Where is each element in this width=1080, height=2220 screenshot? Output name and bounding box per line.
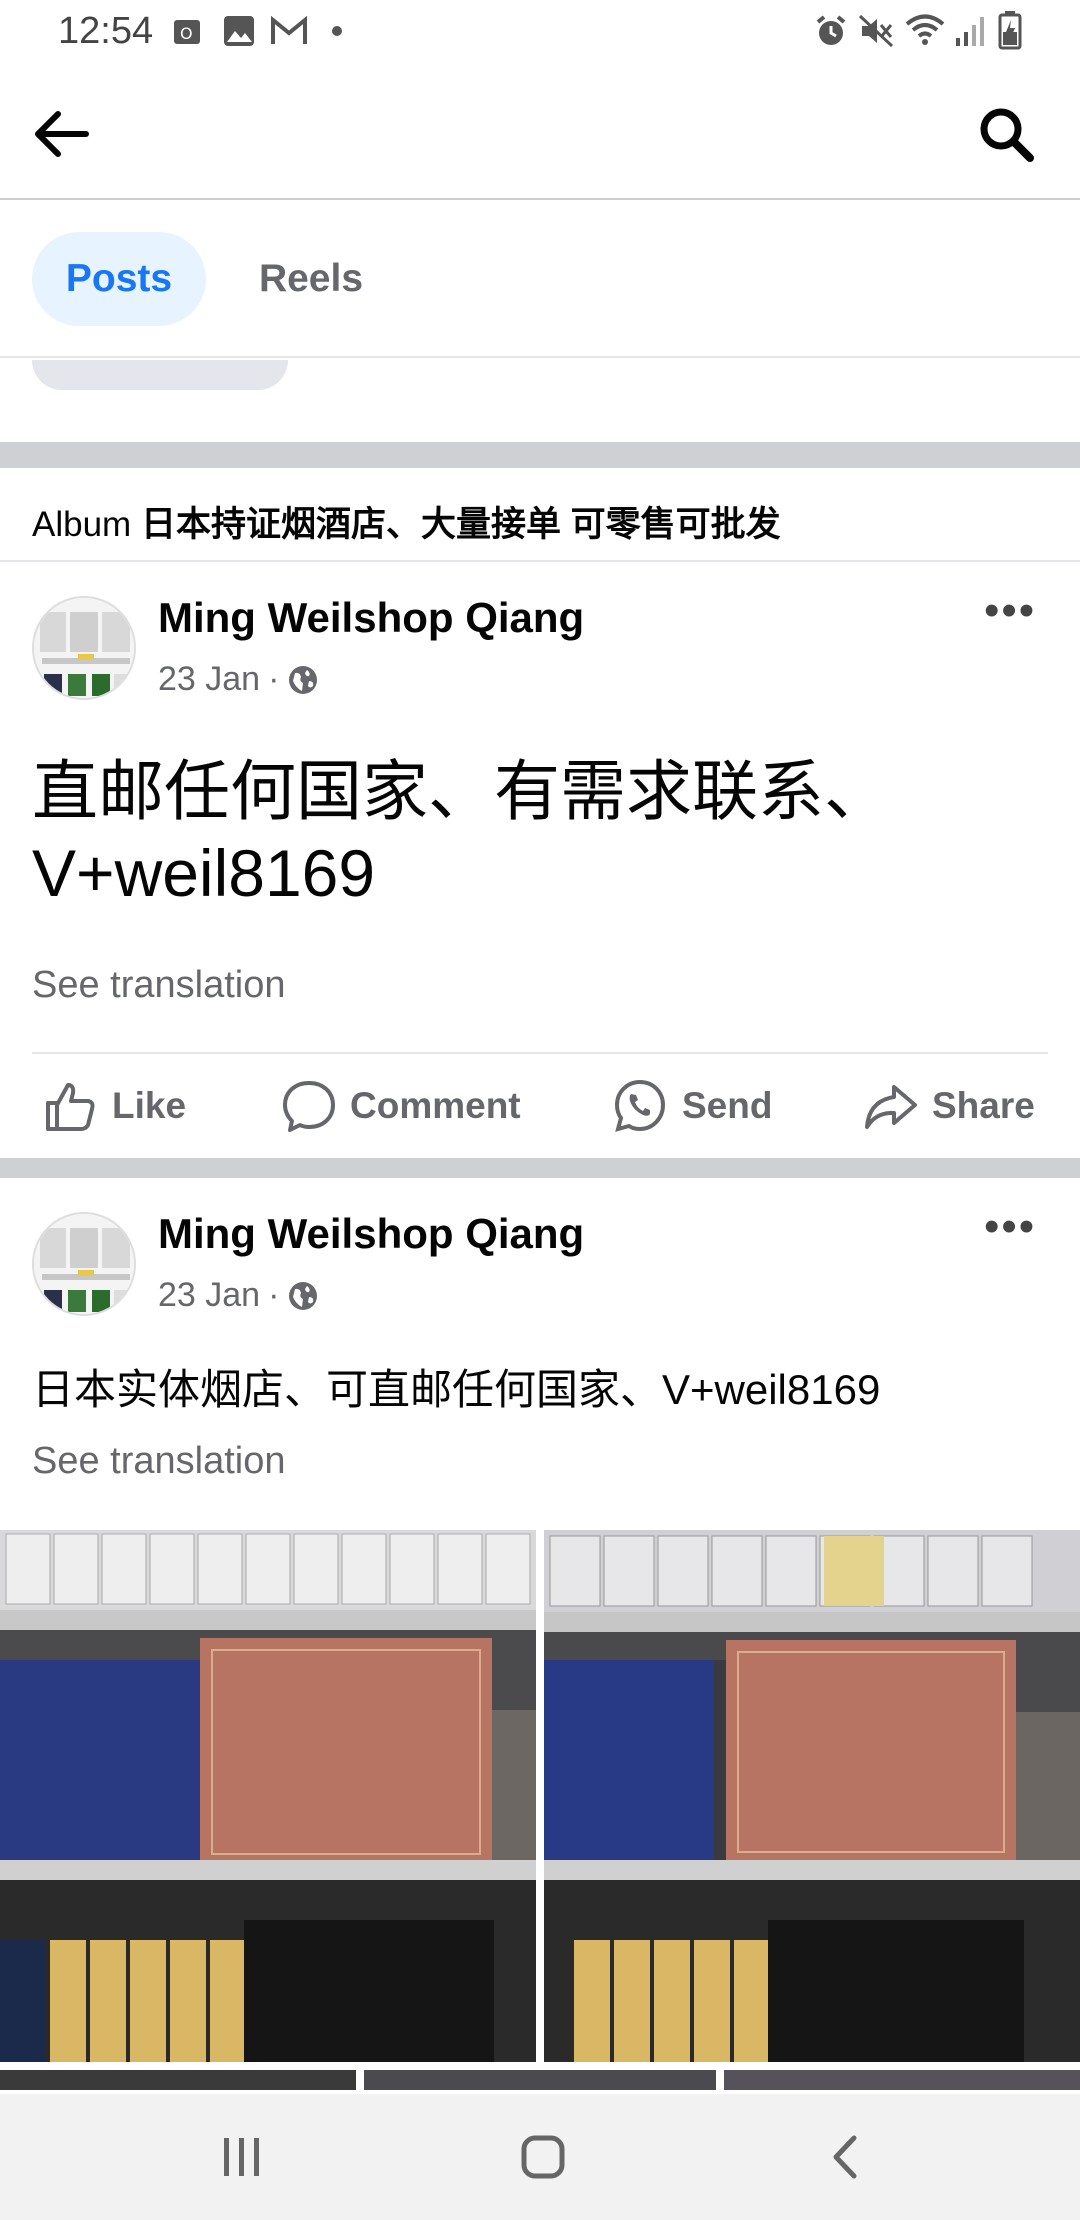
signal-icon xyxy=(956,17,984,46)
globe-icon xyxy=(289,665,318,694)
see-translation-link[interactable]: See translation xyxy=(32,964,286,1007)
album-prefix: Album xyxy=(32,505,132,544)
globe-icon xyxy=(289,1281,318,1310)
meta-separator: · xyxy=(268,660,280,698)
search-icon[interactable] xyxy=(976,104,1036,164)
post-text-line-1: 直邮任何国家、有需求联系、 xyxy=(32,754,890,828)
post-author[interactable]: Ming Weilshop Qiang xyxy=(158,594,584,642)
dot-icon xyxy=(332,26,342,36)
peek-pill-button[interactable] xyxy=(32,360,288,390)
photo-image xyxy=(544,1530,1080,2062)
battery-icon xyxy=(998,11,1022,50)
top-app-bar xyxy=(0,66,1080,200)
post-separator xyxy=(0,1158,1080,1178)
arrow-left-icon[interactable] xyxy=(32,106,92,162)
back-icon[interactable] xyxy=(826,2134,866,2180)
alarm-icon xyxy=(816,15,846,45)
comment-button[interactable]: Comment xyxy=(282,1054,521,1158)
like-button[interactable]: Like xyxy=(44,1054,186,1158)
tab-posts[interactable]: Posts xyxy=(32,232,206,326)
post-date[interactable]: 23 Jan xyxy=(158,660,260,699)
post-date[interactable]: 23 Jan xyxy=(158,1276,260,1315)
whatsapp-icon xyxy=(614,1079,666,1132)
scrolled-content-area xyxy=(0,360,1080,442)
outlook-icon: O xyxy=(174,20,200,44)
status-time: 12:54 xyxy=(58,10,154,52)
post-actions: Like Comment Send Share xyxy=(0,1054,1080,1158)
post-photo[interactable] xyxy=(544,1530,1080,2062)
tab-reels[interactable]: Reels xyxy=(236,232,386,326)
post-photo[interactable] xyxy=(724,2070,1080,2090)
post-2: Ming Weilshop Qiang 23 Jan · ••• 日本实体烟店、… xyxy=(0,1180,1080,1530)
avatar[interactable] xyxy=(32,596,136,700)
album-header[interactable]: Album 日本持证烟酒店、大量接单 可零售可批发 xyxy=(0,470,1080,562)
wifi-icon xyxy=(905,14,945,45)
avatar-image xyxy=(34,1214,134,1314)
post-photo[interactable] xyxy=(0,2070,356,2090)
share-icon xyxy=(865,1085,917,1129)
more-options-icon[interactable]: ••• xyxy=(984,1202,1036,1252)
thumbs-up-icon xyxy=(46,1083,95,1131)
profile-tabs: Posts Reels xyxy=(0,200,1080,358)
comment-icon xyxy=(283,1081,335,1132)
post-meta: 23 Jan · xyxy=(158,1276,319,1315)
post-text: 直邮任何国家、有需求联系、 V+weil8169 xyxy=(32,750,1048,914)
post-text: 日本实体烟店、可直邮任何国家、V+weil8169 xyxy=(32,1366,881,1413)
post-meta: 23 Jan · xyxy=(158,660,319,699)
post-photo[interactable] xyxy=(364,2070,716,2090)
recent-apps-icon[interactable] xyxy=(220,2134,264,2180)
see-translation-link[interactable]: See translation xyxy=(32,1440,286,1483)
gallery-icon xyxy=(224,16,254,46)
meta-separator: · xyxy=(268,1276,280,1314)
send-button[interactable]: Send xyxy=(612,1054,772,1158)
system-nav-bar xyxy=(0,2094,1080,2220)
like-label: Like xyxy=(112,1085,187,1126)
share-button[interactable]: Share xyxy=(864,1054,1035,1158)
photo-image xyxy=(0,1530,536,2062)
more-options-icon[interactable]: ••• xyxy=(984,586,1036,636)
avatar[interactable] xyxy=(32,1212,136,1316)
post-text-line-2: V+weil8169 xyxy=(32,836,376,910)
share-label: Share xyxy=(932,1085,1035,1126)
post-author[interactable]: Ming Weilshop Qiang xyxy=(158,1210,584,1258)
send-label: Send xyxy=(682,1085,773,1126)
home-icon[interactable] xyxy=(520,2134,566,2180)
album-title: Album 日本持证烟酒店、大量接单 可零售可批发 xyxy=(32,496,781,547)
section-separator xyxy=(0,442,1080,468)
svg-text:O: O xyxy=(180,24,193,43)
gmail-icon xyxy=(271,16,307,44)
post-photo[interactable] xyxy=(0,1530,536,2062)
mute-icon xyxy=(858,14,894,48)
status-bar: 12:54 O xyxy=(0,0,1080,66)
avatar-image xyxy=(34,598,134,698)
comment-label: Comment xyxy=(350,1085,521,1126)
album-name: 日本持证烟酒店、大量接单 可零售可批发 xyxy=(140,505,781,544)
